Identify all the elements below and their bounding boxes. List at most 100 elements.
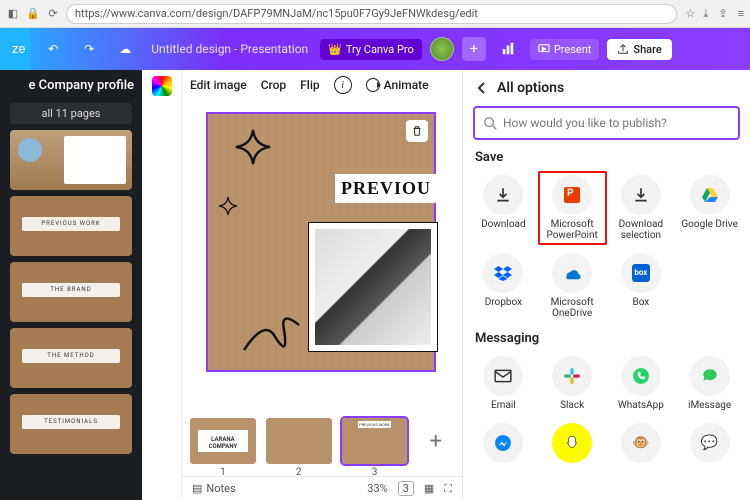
publish-search[interactable] <box>473 106 740 140</box>
google-drive-icon <box>690 175 730 215</box>
browser-address-bar: ◧ 🔒 ⟳ https://www.canva.com/design/DAFP7… <box>0 0 750 28</box>
sparkle-icon <box>234 128 272 166</box>
option-download-selection[interactable]: Download selection <box>607 171 676 245</box>
template-thumb-5[interactable]: TESTIMONIALS <box>10 394 132 454</box>
crop-button[interactable]: Crop <box>261 78 286 92</box>
option-label: iMessage <box>688 400 731 411</box>
canvas-wrapper: PREVIOU <box>206 112 436 412</box>
option-messenger[interactable] <box>469 419 538 467</box>
option-dropbox[interactable]: Dropbox <box>469 249 538 323</box>
option-email[interactable]: Email <box>469 352 538 415</box>
option-label: WhatsApp <box>618 400 664 411</box>
refresh-icon[interactable]: ⟳ <box>46 7 60 21</box>
template-thumb-4[interactable]: THE METHOD <box>10 328 132 388</box>
download-icon <box>483 175 523 215</box>
template-thumb-1[interactable] <box>10 130 132 190</box>
user-avatar[interactable] <box>430 37 454 61</box>
color-picker-strip <box>142 70 182 500</box>
option-google-drive[interactable]: Google Drive <box>675 171 744 245</box>
delete-button[interactable] <box>406 120 428 142</box>
info-icon[interactable]: i <box>334 76 352 94</box>
all-options-title: All options <box>497 80 564 96</box>
color-wheel-button[interactable] <box>152 76 172 96</box>
option-label: Slack <box>560 400 584 411</box>
share-button[interactable]: Share <box>607 39 671 60</box>
apply-all-pages-button[interactable]: all 11 pages <box>10 103 132 124</box>
back-chevron-icon[interactable] <box>475 81 489 95</box>
option-mailchimp[interactable]: 🐵 <box>607 419 676 467</box>
cloud-save-icon[interactable]: ☁ <box>111 35 139 63</box>
redo-button[interactable]: ↷ <box>75 35 103 63</box>
thumb-label: THE BRAND <box>22 283 120 297</box>
slide-thumb-2[interactable]: 2 <box>266 418 332 464</box>
box-icon: box <box>621 253 661 293</box>
flip-button[interactable]: Flip <box>300 78 319 92</box>
option-slack[interactable]: Slack <box>538 352 607 415</box>
option-whatsapp[interactable]: WhatsApp <box>607 352 676 415</box>
photo-frame[interactable] <box>308 222 438 352</box>
try-canva-pro-label: Try Canva Pro <box>346 43 414 56</box>
option-label: Download selection <box>609 219 674 241</box>
option-snapchat[interactable] <box>538 419 607 467</box>
mailchimp-icon: 🐵 <box>621 423 661 463</box>
share-label: Share <box>633 43 661 56</box>
analytics-icon[interactable] <box>494 35 522 63</box>
option-microsoft-powerpoint[interactable]: Microsoft PowerPoint <box>538 171 607 245</box>
animate-button[interactable]: Animate <box>366 78 429 92</box>
dropbox-icon <box>483 253 523 293</box>
main-area: e Company profile all 11 pages PREVIOUS … <box>0 70 750 500</box>
fullscreen-icon[interactable]: ⛶ <box>444 482 452 496</box>
option-label: Email <box>491 400 516 411</box>
zoom-level[interactable]: 33% <box>367 482 387 495</box>
option-label: Download <box>481 219 526 230</box>
option-imessage[interactable]: iMessage <box>675 352 744 415</box>
try-canva-pro-button[interactable]: 👑 Try Canva Pro <box>320 39 422 60</box>
animate-label: Animate <box>384 78 429 92</box>
option-box[interactable]: boxBox <box>607 249 676 323</box>
thumb-label: THE METHOD <box>22 349 120 363</box>
present-label: Present <box>554 43 592 56</box>
snapchat-icon <box>552 423 592 463</box>
filmstrip: LARANA COMPANY1 2 PREVIOUS WORK3 + <box>182 406 462 476</box>
animate-icon <box>366 78 380 92</box>
crown-icon: 👑 <box>328 43 342 56</box>
edit-image-button[interactable]: Edit image <box>190 78 247 92</box>
slide-thumb-3[interactable]: PREVIOUS WORK3 <box>342 418 408 464</box>
template-thumb-3[interactable]: THE BRAND <box>10 262 132 322</box>
slide-thumb-label: LARANA COMPANY <box>198 430 248 452</box>
share-panel: All options Save Download Microsoft Powe… <box>462 70 750 500</box>
undo-button[interactable]: ↶ <box>39 35 67 63</box>
option-microsoft-onedrive[interactable]: Microsoft OneDrive <box>538 249 607 323</box>
whatsapp-icon <box>621 356 661 396</box>
slide-canvas[interactable]: PREVIOU <box>206 112 436 372</box>
add-member-button[interactable]: + <box>462 37 486 61</box>
extension-icon: ◧ <box>6 7 20 21</box>
download-icon[interactable]: ⤓ <box>703 7 708 21</box>
star-icon[interactable]: ☆ <box>683 7 697 21</box>
present-button[interactable]: Present <box>530 39 600 60</box>
editor-area: Edit image Crop Flip i Animate PREVIOU L… <box>182 70 462 500</box>
page-indicator[interactable]: 3 <box>398 481 414 496</box>
notes-toggle[interactable]: ▤Notes <box>192 482 236 495</box>
sidebar-title: e Company profile <box>0 70 142 101</box>
notes-label: Notes <box>206 482 235 495</box>
context-toolbar: Edit image Crop Flip i Animate <box>182 70 462 100</box>
slide-thumb-1[interactable]: LARANA COMPANY1 <box>190 418 256 464</box>
squiggle-decoration <box>234 310 314 360</box>
template-thumb-2[interactable]: PREVIOUS WORK <box>10 196 132 256</box>
grid-view-icon[interactable]: ▦ <box>424 482 434 495</box>
option-download[interactable]: Download <box>469 171 538 245</box>
menu-icon[interactable]: ≡ <box>738 7 744 21</box>
messaging-grid: Email Slack WhatsApp iMessage 🐵 💬 <box>463 350 750 473</box>
slide-title-text: PREVIOU <box>335 174 437 203</box>
thumb-label: TESTIMONIALS <box>22 415 120 429</box>
option-label: Microsoft OneDrive <box>540 297 605 319</box>
url-field[interactable]: https://www.canva.com/design/DAFP79MNJaM… <box>66 4 677 24</box>
document-title[interactable]: Untitled design - Presentation <box>151 42 308 56</box>
publish-search-input[interactable] <box>503 116 730 130</box>
option-other[interactable]: 💬 <box>675 419 744 467</box>
add-slide-button[interactable]: + <box>417 421 454 461</box>
resize-button[interactable]: ze <box>6 28 31 70</box>
upload-icon[interactable]: ⇪ <box>718 7 727 21</box>
powerpoint-icon <box>552 175 592 215</box>
